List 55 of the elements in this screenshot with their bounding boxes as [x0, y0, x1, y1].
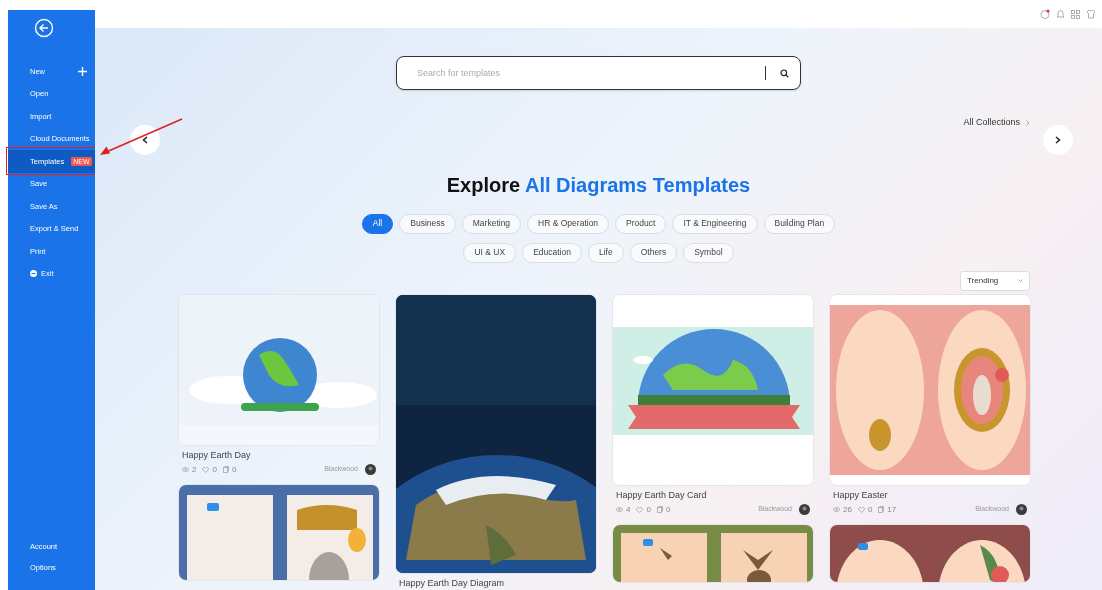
- template-title[interactable]: Happy Earth Day Card: [612, 488, 814, 501]
- eye-icon: [616, 507, 623, 512]
- avatar-icon[interactable]: [799, 504, 810, 515]
- page-heading: Explore All Diagrams Templates: [446, 172, 751, 198]
- caret-icon: [1018, 279, 1023, 282]
- like-count: 0: [646, 503, 651, 516]
- previous-button[interactable]: [130, 125, 160, 155]
- copy-icon[interactable]: [878, 506, 885, 513]
- search-icon[interactable]: [780, 68, 789, 78]
- chevron-left-icon: [142, 136, 148, 144]
- plus-icon[interactable]: [78, 66, 87, 76]
- copy-count: 0: [665, 503, 671, 516]
- eye-icon: [833, 507, 840, 512]
- category-chip[interactable]: IT & Engineering: [672, 213, 758, 234]
- shirt-icon[interactable]: [1086, 9, 1096, 19]
- template-title[interactable]: Happy Easter: [829, 488, 1031, 501]
- template-title[interactable]: Happy Earth Day Diagram: [395, 576, 597, 589]
- bell-icon[interactable]: [1056, 9, 1065, 19]
- chevron-right-icon: [1026, 119, 1030, 126]
- search-field[interactable]: Search for templates: [396, 56, 801, 90]
- category-chip[interactable]: HR & Operation: [527, 213, 610, 234]
- grid-icon[interactable]: [1071, 9, 1080, 19]
- category-chip[interactable]: Life: [587, 242, 624, 263]
- like-count: 0: [212, 463, 217, 476]
- category-chip[interactable]: Education: [522, 242, 582, 263]
- like-count: 0: [867, 503, 873, 516]
- category-chip[interactable]: Business: [399, 213, 456, 234]
- heart-icon[interactable]: [636, 506, 644, 513]
- copy-icon[interactable]: [656, 506, 663, 513]
- category-chip[interactable]: Symbol: [683, 242, 734, 263]
- view-count: 4: [626, 503, 631, 516]
- all-collections-link[interactable]: All Collections: [963, 116, 1030, 130]
- exit-icon: [30, 270, 37, 278]
- category-chip[interactable]: Building Plan: [763, 213, 836, 234]
- template-title[interactable]: Happy Earth Day: [178, 448, 380, 461]
- category-chip[interactable]: Marketing: [461, 213, 522, 234]
- category-chip[interactable]: Others: [629, 242, 678, 263]
- avatar-icon[interactable]: [365, 464, 376, 475]
- heart-icon[interactable]: [857, 506, 865, 513]
- category-chip[interactable]: UI & UX: [463, 242, 517, 263]
- chevron-right-icon: [1055, 136, 1061, 144]
- view-count: 2: [192, 463, 197, 476]
- copy-count: 0: [231, 463, 237, 476]
- next-button[interactable]: [1043, 125, 1073, 155]
- avatar-icon[interactable]: [1016, 504, 1027, 515]
- back-icon[interactable]: [34, 18, 54, 38]
- copy-icon[interactable]: [222, 466, 229, 473]
- help-icon[interactable]: [1040, 9, 1050, 19]
- heart-icon[interactable]: [202, 466, 210, 473]
- copy-count: 17: [887, 503, 897, 516]
- view-count: 26: [843, 503, 852, 516]
- category-chip[interactable]: All: [361, 213, 394, 234]
- eye-icon: [182, 467, 189, 472]
- sort-dropdown[interactable]: Trending: [960, 270, 1030, 291]
- category-chip[interactable]: Product: [615, 213, 667, 234]
